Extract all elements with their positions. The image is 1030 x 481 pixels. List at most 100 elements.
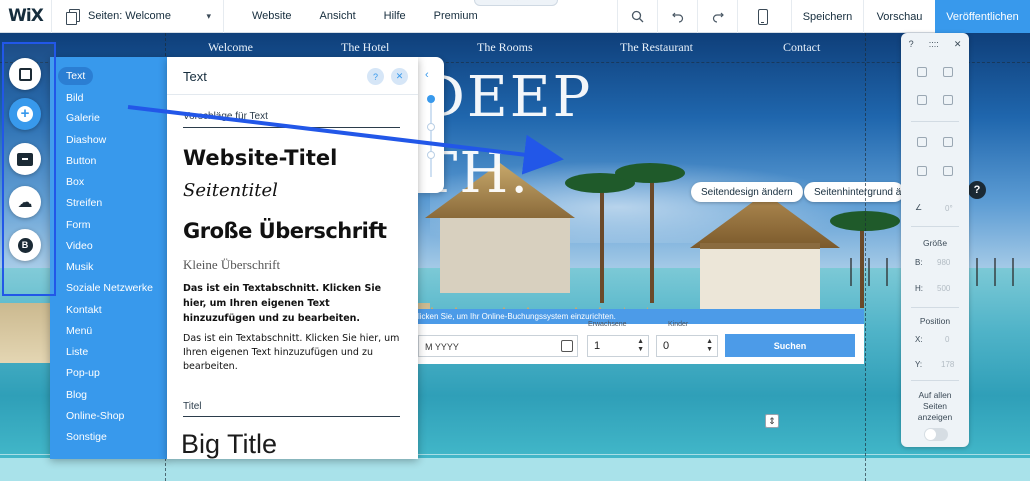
category-text[interactable]: Text xyxy=(58,67,94,85)
collapse-topbar-tab[interactable]: ⌃ xyxy=(474,0,558,6)
adults-stepper[interactable]: 1 ▲ ▼ xyxy=(587,335,649,357)
site-nav-contact[interactable]: Contact xyxy=(783,40,820,55)
save-button[interactable]: Speichern xyxy=(791,0,863,33)
delete-icon[interactable] xyxy=(943,95,953,105)
rotation-value[interactable]: 0° xyxy=(945,204,953,213)
drag-handle-icon[interactable]: :::: xyxy=(929,39,939,49)
kids-stepper[interactable]: 0 ▲ ▼ xyxy=(656,335,718,357)
close-icon[interactable]: ✕ xyxy=(954,39,962,50)
category-online-shop[interactable]: Online-Shop xyxy=(66,410,124,422)
y-label: Y: xyxy=(915,360,923,369)
height-field[interactable]: 500 xyxy=(937,284,950,293)
adults-label: Erwachsene xyxy=(588,321,627,328)
zoom-icon[interactable] xyxy=(617,0,657,33)
arrange-icon[interactable] xyxy=(917,137,927,147)
chevron-down-icon: ▾ xyxy=(206,10,211,21)
copy-icon[interactable] xyxy=(917,67,927,77)
stepper-arrows-icon[interactable]: ▲ ▼ xyxy=(637,338,644,354)
align-icon[interactable] xyxy=(943,137,953,147)
change-page-design-button[interactable]: Seitendesign ändern xyxy=(691,182,803,202)
paste-icon[interactable] xyxy=(943,67,953,77)
divider xyxy=(911,121,959,122)
site-nav-welcome[interactable]: Welcome xyxy=(208,40,253,55)
match-size-icon[interactable] xyxy=(943,166,953,176)
category-other[interactable]: Sonstige xyxy=(66,431,107,443)
stretch-handle-icon[interactable]: ⇕ xyxy=(765,414,779,428)
add-elements-panel: Text Bild Galerie Diashow Button Box Str… xyxy=(50,57,168,459)
category-blog[interactable]: Blog xyxy=(66,389,87,401)
menu-website[interactable]: Website xyxy=(238,10,306,22)
footer-strip[interactable] xyxy=(0,458,1030,481)
y-field[interactable]: 178 xyxy=(941,360,954,369)
preview-button[interactable]: Vorschau xyxy=(863,0,935,33)
palm-trunk xyxy=(860,218,864,308)
booking-setup-banner[interactable]: licken Sie, um Ihr Online-Buchungssystem… xyxy=(418,309,864,324)
scroll-dot-active[interactable] xyxy=(427,95,435,103)
category-list[interactable]: Liste xyxy=(66,346,88,358)
search-button[interactable]: Suchen xyxy=(725,334,855,357)
preset-page-title[interactable]: Seitentitel xyxy=(183,180,278,201)
preset-large-heading[interactable]: Große Überschrift xyxy=(183,219,387,243)
show-on-all-pages-toggle[interactable] xyxy=(924,428,948,441)
date-input[interactable]: M YYYY xyxy=(418,335,578,357)
section-titles: Titel xyxy=(183,401,202,412)
preset-paragraph[interactable]: Das ist ein Textabschnitt. Klicken Sie h… xyxy=(183,332,405,374)
distribute-icon[interactable] xyxy=(917,166,927,176)
site-nav-restaurant[interactable]: The Restaurant xyxy=(620,40,693,55)
menu-view[interactable]: Ansicht xyxy=(306,10,370,22)
page-selector[interactable]: Seiten: Welcome ▾ xyxy=(52,0,224,33)
preset-paragraph-bold[interactable]: Das ist ein Textabschnitt. Klicken Sie h… xyxy=(183,281,405,326)
menu-help[interactable]: Hilfe xyxy=(370,10,420,22)
text-panel-scroll-tab[interactable]: ‹ xyxy=(418,57,444,193)
category-button[interactable]: Button xyxy=(66,155,96,167)
duplicate-icon[interactable] xyxy=(917,95,927,105)
site-nav-rooms[interactable]: The Rooms xyxy=(477,40,533,55)
kids-value: 0 xyxy=(663,340,670,352)
preset-big-title[interactable]: Big Title xyxy=(181,429,277,459)
undo-icon[interactable] xyxy=(657,0,697,33)
category-strip[interactable]: Streifen xyxy=(66,197,102,209)
publish-button[interactable]: Veröffentlichen xyxy=(935,0,1030,33)
category-popup[interactable]: Pop-up xyxy=(66,367,100,379)
chevron-left-icon[interactable]: ‹ xyxy=(425,69,429,81)
add-button[interactable]: + xyxy=(9,98,41,130)
background-button[interactable] xyxy=(9,58,41,90)
adults-value: 1 xyxy=(594,340,601,352)
category-box[interactable]: Box xyxy=(66,176,84,188)
menu-premium[interactable]: Premium xyxy=(420,10,492,22)
category-music[interactable]: Musik xyxy=(66,261,93,273)
category-gallery[interactable]: Galerie xyxy=(66,112,100,124)
app-market-button[interactable] xyxy=(9,143,41,175)
preset-small-heading[interactable]: Kleine Überschrift xyxy=(183,257,280,273)
category-contact[interactable]: Kontakt xyxy=(66,304,102,316)
x-field[interactable]: 0 xyxy=(945,335,949,344)
site-nav-hotel[interactable]: The Hotel xyxy=(341,40,389,55)
calendar-icon[interactable] xyxy=(561,340,573,352)
blog-button[interactable]: B xyxy=(9,229,41,261)
upload-button[interactable]: ☁ xyxy=(9,186,41,218)
stepper-arrows-icon[interactable]: ▲ ▼ xyxy=(706,338,713,354)
help-icon[interactable]: ? xyxy=(367,68,384,85)
app-market-icon xyxy=(17,152,33,166)
rotate-icon[interactable]: ∠ xyxy=(915,203,922,212)
change-page-background-button[interactable]: Seitenhintergrund ä xyxy=(804,182,904,202)
palm-frond xyxy=(615,163,685,183)
category-video[interactable]: Video xyxy=(66,240,93,252)
width-field[interactable]: 980 xyxy=(937,258,950,267)
category-image[interactable]: Bild xyxy=(66,92,84,104)
category-menu[interactable]: Menü xyxy=(66,325,92,337)
hero-heading-line1[interactable]: DEEP xyxy=(420,69,592,125)
help-icon[interactable]: ? xyxy=(968,181,986,199)
scroll-dot[interactable] xyxy=(427,123,435,131)
category-form[interactable]: Form xyxy=(66,219,91,231)
help-icon[interactable]: ? xyxy=(909,39,914,49)
category-slideshow[interactable]: Diashow xyxy=(66,134,106,146)
mobile-view-icon[interactable] xyxy=(737,0,787,33)
category-social[interactable]: Soziale Netzwerke xyxy=(66,282,153,294)
preset-site-title[interactable]: Website-Titel xyxy=(183,146,337,170)
redo-icon[interactable] xyxy=(697,0,737,33)
wix-logo[interactable]: WiX xyxy=(0,0,52,33)
scroll-dot[interactable] xyxy=(427,151,435,159)
topbar-actions: Speichern Vorschau Veröffentlichen xyxy=(791,0,1030,33)
close-icon[interactable]: ✕ xyxy=(391,68,408,85)
